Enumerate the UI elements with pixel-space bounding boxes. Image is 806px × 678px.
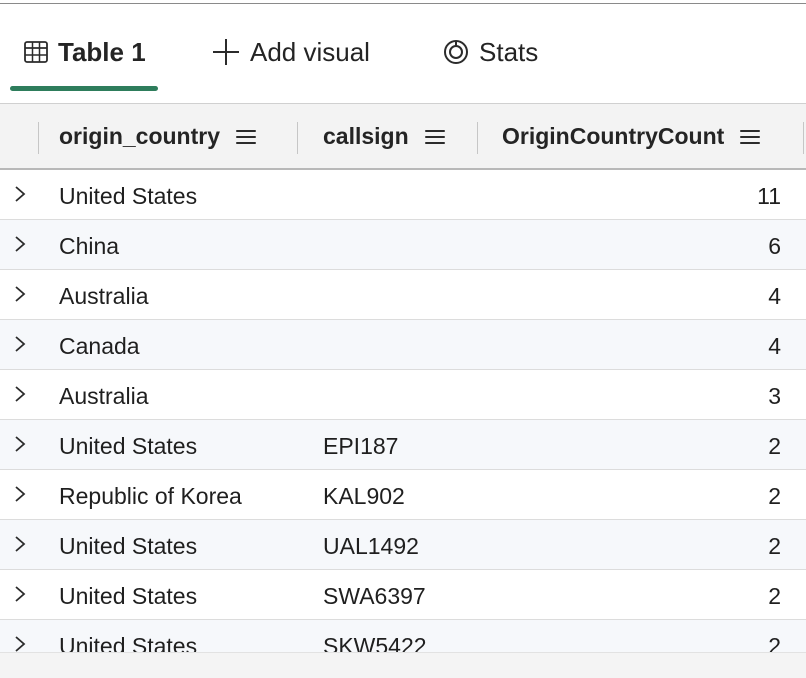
cell-origin-country-count: 4 [768, 283, 781, 309]
chevron-right-icon[interactable] [12, 584, 28, 604]
table-grid-icon [24, 41, 48, 63]
cell-callsign: EPI187 [323, 433, 399, 459]
chevron-right-icon[interactable] [12, 534, 28, 554]
horizontal-scrollbar[interactable] [0, 652, 806, 678]
column-header-label: origin_country [59, 123, 221, 149]
plus-icon [212, 38, 240, 66]
table-body: United States 11 China 6 Australia 4 Can… [0, 170, 806, 652]
table-row[interactable]: United States EPI187 2 [0, 420, 806, 470]
add-visual-button[interactable]: Add visual [212, 34, 370, 70]
cell-origin-country: Republic of Korea [59, 483, 242, 509]
chevron-right-icon[interactable] [12, 284, 28, 304]
column-separator[interactable] [477, 122, 478, 154]
table-row[interactable]: United States UAL1492 2 [0, 520, 806, 570]
cell-origin-country-count: 2 [768, 433, 781, 459]
cell-origin-country-count: 6 [768, 233, 781, 259]
table-row[interactable]: China 6 [0, 220, 806, 270]
stats-ring-icon [443, 39, 469, 65]
tab-stats-label: Stats [479, 36, 539, 67]
column-header-origin-country[interactable]: origin_country [59, 104, 257, 169]
chevron-right-icon[interactable] [12, 634, 28, 652]
table-row[interactable]: United States SWA6397 2 [0, 570, 806, 620]
chevron-right-icon[interactable] [12, 484, 28, 504]
tab-table-1[interactable]: Table 1 [24, 34, 146, 70]
cell-callsign: SKW5422 [323, 633, 427, 652]
column-separator[interactable] [297, 122, 298, 154]
cell-origin-country: Australia [59, 283, 149, 309]
active-tab-indicator [10, 86, 158, 91]
table-row[interactable]: Australia 3 [0, 370, 806, 420]
column-header-origin-country-count[interactable]: OriginCountryCount [502, 104, 761, 169]
tab-table-label: Table 1 [58, 36, 146, 67]
cell-origin-country: Australia [59, 383, 149, 409]
hamburger-menu-icon[interactable] [740, 129, 761, 144]
cell-origin-country-count: 2 [768, 533, 781, 559]
column-separator[interactable] [803, 122, 804, 154]
cell-origin-country: China [59, 233, 120, 259]
cell-origin-country: United States [59, 183, 198, 209]
chevron-right-icon[interactable] [12, 334, 28, 354]
cell-origin-country: United States [59, 433, 198, 459]
cell-origin-country-count: 2 [768, 633, 781, 652]
column-header-label: callsign [323, 123, 409, 149]
hamburger-menu-icon[interactable] [424, 129, 445, 144]
column-separator[interactable] [38, 122, 39, 154]
add-visual-label: Add visual [250, 36, 370, 67]
query-results-pane: Table 1 Add visual Stats origin_country … [0, 0, 806, 678]
table-row[interactable]: United States SKW5422 2 [0, 620, 806, 652]
cell-callsign: UAL1492 [323, 533, 419, 559]
results-tab-bar: Table 1 Add visual Stats [0, 4, 806, 103]
cell-origin-country: United States [59, 633, 198, 652]
hamburger-menu-icon[interactable] [236, 129, 257, 144]
tab-stats[interactable]: Stats [443, 34, 538, 70]
chevron-right-icon[interactable] [12, 434, 28, 454]
cell-origin-country-count: 4 [768, 333, 781, 359]
chevron-right-icon[interactable] [12, 234, 28, 254]
table-row[interactable]: Republic of Korea KAL902 2 [0, 470, 806, 520]
column-header-callsign[interactable]: callsign [323, 104, 445, 169]
cell-origin-country: United States [59, 533, 198, 559]
table-row[interactable]: United States 11 [0, 170, 806, 220]
cell-origin-country-count: 2 [768, 583, 781, 609]
chevron-right-icon[interactable] [12, 384, 28, 404]
column-header-label: OriginCountryCount [502, 123, 725, 149]
cell-callsign: SWA6397 [323, 583, 426, 609]
cell-origin-country: United States [59, 583, 198, 609]
cell-origin-country-count: 2 [768, 483, 781, 509]
cell-origin-country-count: 11 [757, 183, 781, 209]
cell-callsign: KAL902 [323, 483, 405, 509]
table-row[interactable]: Canada 4 [0, 320, 806, 370]
table-header-row: origin_country callsign OriginCountryCou… [0, 103, 806, 170]
table-row[interactable]: Australia 4 [0, 270, 806, 320]
cell-origin-country: Canada [59, 333, 140, 359]
cell-origin-country-count: 3 [768, 383, 781, 409]
chevron-right-icon[interactable] [12, 184, 28, 204]
